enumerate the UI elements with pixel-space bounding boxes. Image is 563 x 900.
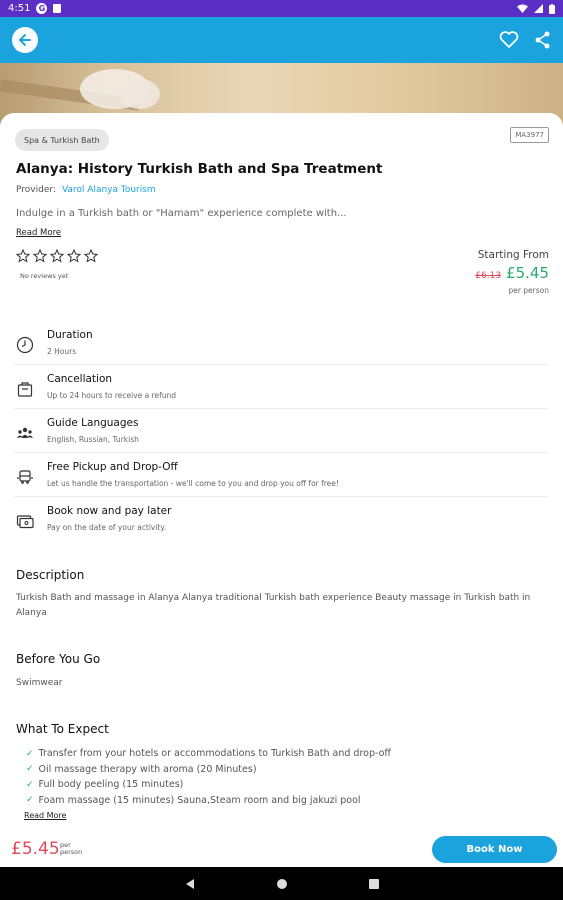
star-icon: [16, 249, 30, 263]
intro-text: Indulge in a Turkish bath or "Hamam" exp…: [16, 208, 347, 219]
star-icon: [84, 249, 98, 263]
status-bar: 4:51 G: [0, 0, 563, 17]
status-time: 4:51: [8, 3, 31, 14]
feature-cancellation: Cancellation Up to 24 hours to receive a…: [14, 365, 548, 409]
per-person-label: per person: [508, 286, 549, 295]
list-item: ✓ Transfer from your hotels or accommodat…: [26, 748, 391, 760]
description-heading: Description: [16, 568, 85, 582]
heart-icon[interactable]: [499, 31, 519, 49]
check-icon: ✓: [26, 764, 34, 775]
old-price: £6.13: [475, 271, 502, 281]
arrow-left-icon: [19, 34, 31, 46]
feature-desc: 2 Hours: [47, 347, 77, 356]
book-now-button[interactable]: Book Now: [432, 836, 557, 863]
provider-link[interactable]: Varol Alanya Tourism: [62, 185, 156, 195]
feature-title: Free Pickup and Drop-Off: [47, 461, 178, 473]
feature-title: Duration: [47, 329, 93, 341]
new-price: £5.45: [506, 264, 549, 282]
people-icon: [14, 422, 36, 444]
check-icon: ✓: [26, 748, 34, 759]
feature-desc: Pay on the date of your activity.: [47, 523, 167, 532]
nav-back-icon[interactable]: [184, 878, 196, 890]
nav-recents-icon[interactable]: [368, 878, 380, 890]
starting-from-label: Starting From: [477, 249, 549, 261]
app-bar: [0, 17, 563, 63]
feature-desc: English, Russian, Turkish: [47, 435, 139, 444]
nav-home-icon[interactable]: [276, 878, 288, 890]
clock-icon: [14, 334, 36, 356]
back-button[interactable]: [12, 27, 38, 53]
list-item: ✓ Full body peeling (15 minutes): [26, 779, 184, 791]
share-icon[interactable]: [535, 31, 551, 49]
feature-title: Book now and pay later: [47, 505, 172, 517]
bus-icon: [14, 466, 36, 488]
provider: Provider: Varol Alanya Tourism: [16, 185, 156, 195]
google-icon: G: [36, 3, 48, 14]
signal-icon: [534, 4, 543, 13]
expect-list: ✓ Transfer from your hotels or accommodat…: [26, 746, 391, 808]
wifi-icon: [517, 4, 528, 13]
what-to-expect-heading: What To Expect: [16, 722, 109, 736]
notification-icon: [53, 4, 62, 13]
wallet-icon: [14, 510, 36, 532]
read-more-link[interactable]: Read More: [16, 228, 61, 238]
battery-icon: [549, 3, 555, 14]
feature-desc: Let us handle the transportation - we'll…: [47, 479, 339, 488]
no-reviews-text: No reviews yet: [20, 272, 69, 280]
bottom-price: £5.45: [11, 839, 60, 859]
list-item: ✓ Foam massage (15 minutes) Sauna,Steam r…: [26, 794, 361, 806]
feature-desc: Up to 24 hours to receive a refund: [47, 391, 177, 400]
expect-read-more-link[interactable]: Read More: [24, 811, 66, 820]
feature-title: Cancellation: [47, 373, 113, 385]
feature-title: Guide Languages: [47, 417, 139, 429]
bag-icon: [14, 378, 36, 400]
star-icon: [33, 249, 47, 263]
page-title: Alanya: History Turkish Bath and Spa Tre…: [16, 161, 383, 177]
rating-stars[interactable]: [16, 249, 98, 263]
system-nav-bar: [0, 867, 563, 900]
provider-label: Provider:: [16, 185, 56, 195]
list-item: ✓ Oil massage therapy with aroma (20 Minu…: [26, 763, 257, 775]
star-icon: [67, 249, 81, 263]
booking-bar: £5.45 per person Book Now: [0, 833, 563, 867]
description-text: Turkish Bath and massage in Alanya Alany…: [16, 593, 531, 618]
check-icon: ✓: [26, 795, 34, 806]
detail-card: Spa & Turkish Bath MA3977 Alanya: Histor…: [0, 113, 563, 833]
feature-guide-languages: Guide Languages English, Russian, Turkis…: [14, 409, 548, 453]
bottom-per-person: per person: [60, 841, 83, 856]
features-list: Duration 2 Hours Cancellation Up to 24 h…: [14, 321, 548, 541]
check-icon: ✓: [26, 779, 34, 790]
product-code: MA3977: [510, 127, 549, 143]
before-you-go-heading: Before You Go: [16, 652, 101, 666]
feature-pay-later: Book now and pay later Pay on the date o…: [14, 497, 548, 541]
star-icon: [50, 249, 64, 263]
category-tag: Spa & Turkish Bath: [15, 129, 109, 151]
feature-duration: Duration 2 Hours: [14, 321, 548, 365]
price-block: Starting From £6.13 £5.45 per person: [475, 249, 549, 295]
before-you-go-text: Swimwear: [16, 678, 63, 688]
feature-pickup: Free Pickup and Drop-Off Let us handle t…: [14, 453, 548, 497]
